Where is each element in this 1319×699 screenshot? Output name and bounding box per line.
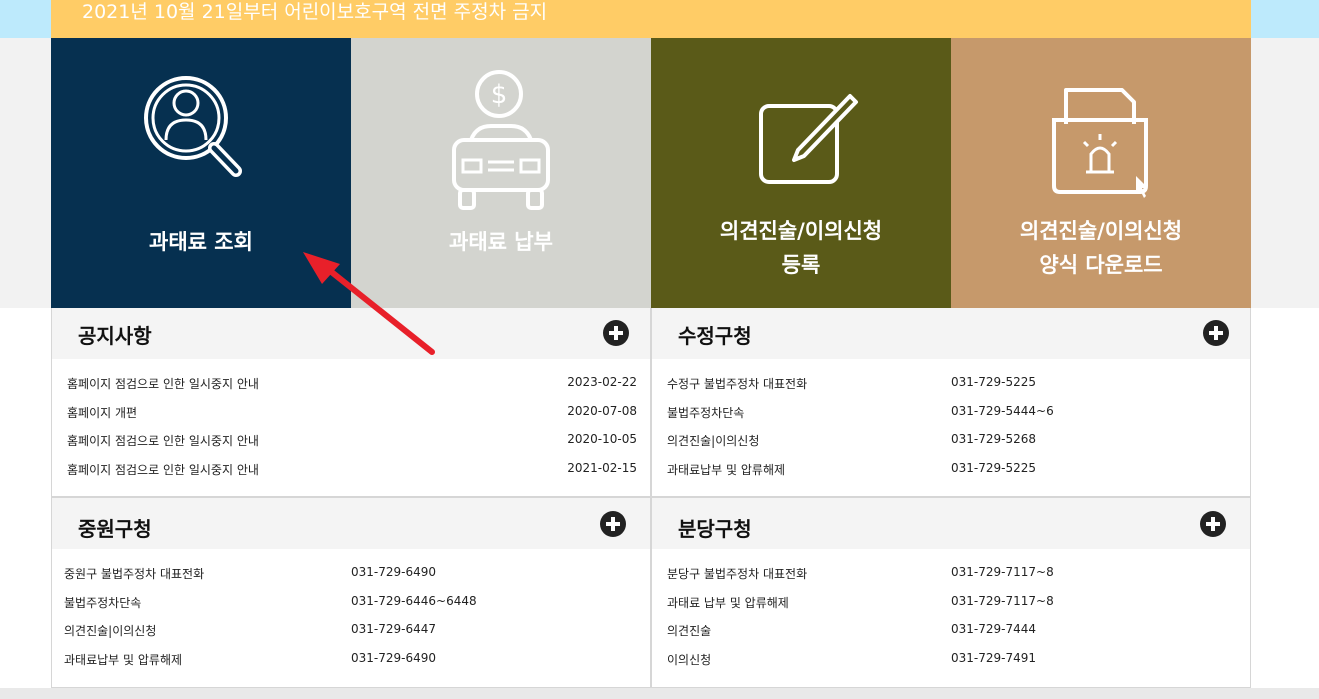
item-date: 2021-02-15 [567,461,637,476]
item-phone: 031-729-6446~6448 [351,593,477,608]
list-item: 불법주정차단속 031-729-6446~6448 [52,590,650,619]
item-text: 홈페이지 점검으로 인한 일시중지 안내 [67,434,259,449]
bottom-band [0,688,1319,699]
item-date: 2023-02-22 [567,375,637,389]
list-item: 의견진술|이의신청 031-729-5268 [652,428,1250,457]
tile-fine-payment[interactable]: $ 과태료 납부 [351,38,651,308]
item-phone: 031-729-5225 [951,461,1037,476]
item-text: 불법주정차단속 [667,405,745,420]
edit-pencil-icon [759,94,858,184]
notice-list: 홈페이지 점검으로 인한 일시중지 안내 2023-02-22 홈페이지 개편 20… [52,371,650,486]
item-text: 분당구 불법주정차 대표전화 [667,567,808,581]
list-item: 이의신청 031-729-7491 [652,647,1250,676]
item-phone: 031-729-5225 [951,375,1037,389]
tile-label: 과태료 조회 [149,230,253,254]
page-root: 2021년 10월 21일부터 어린이보호구역 전면 주정차 금지 과태료 조회… [0,0,1319,699]
contact-list: 분당구 불법주정차 대표전화 031-729-7117~8 과태료 납부 및 압류… [652,561,1250,676]
panel-jungwon-office: 중원구청 중원구 불법주정차 대표전화 031-729-6490 불법주정차단속 0… [51,498,651,688]
panel-bundang-office: 분당구청 분당구 불법주정차 대표전화 031-729-7117~8 과태료 납부… [651,498,1251,688]
tile-label-line2: 등록 [781,253,821,277]
item-text: 불법주정차단속 [64,595,142,610]
panel-title: 중원구청 [78,517,152,541]
list-item: 중원구 불법주정차 대표전화 031-729-6490 [52,561,650,590]
panel-header: 수정구청 [652,308,1250,359]
item-phone: 031-729-6490 [351,565,437,579]
list-item: 과태료 납부 및 압류해제 031-729-7117~8 [652,590,1250,619]
panel-header: 중원구청 [52,498,650,549]
item-text: 이의신청 [667,653,712,668]
list-item: 과태료납부 및 압류해제 031-729-5225 [652,457,1250,486]
panel-title: 수정구청 [678,324,752,348]
tile-label-line1: 의견진술/이의신청 [1019,219,1183,243]
list-item: 의견진술 031-729-7444 [652,618,1250,647]
item-text: 과태료 납부 및 압류해제 [667,595,789,610]
panel-title: 공지사항 [78,324,152,348]
item-phone: 031-729-6490 [351,651,437,666]
list-item: 분당구 불법주정차 대표전화 031-729-7117~8 [652,561,1250,590]
more-plus-icon[interactable] [1200,511,1226,537]
item-text: 홈페이지 개편 [67,405,138,420]
item-date: 2020-10-05 [567,432,637,447]
tile-label-line1: 의견진술/이의신청 [719,219,883,243]
contact-list: 중원구 불법주정차 대표전화 031-729-6490 불법주정차단속 031-72… [52,561,650,676]
item-text: 의견진술 [667,624,712,639]
list-item: 의견진술|이의신청 031-729-6447 [52,618,650,647]
item-text: 홈페이지 점검으로 인한 일시중지 안내 [67,463,259,478]
folder-siren-download-icon [1052,88,1148,198]
item-text: 과태료납부 및 압류해제 [667,463,786,478]
item-text: 중원구 불법주정차 대표전화 [64,567,205,581]
item-date: 2020-07-08 [567,403,637,418]
notice-banner: 2021년 10월 21일부터 어린이보호구역 전면 주정차 금지 [51,0,1251,38]
item-phone: 031-729-7117~8 [951,593,1054,608]
car-dollar-icon: $ [452,70,550,210]
tile-objection-register[interactable]: 의견진술/이의신청 등록 [651,38,951,308]
tile-fine-inquiry[interactable]: 과태료 조회 [51,38,351,308]
item-phone: 031-729-7491 [951,651,1037,666]
item-text: 의견진술|이의신청 [64,624,157,639]
list-item: 수정구 불법주정차 대표전화 031-729-5225 [652,371,1250,400]
list-item[interactable]: 홈페이지 점검으로 인한 일시중지 안내 2023-02-22 [52,371,650,400]
tile-label-line2: 양식 다운로드 [1039,253,1163,277]
item-phone: 031-729-7444 [951,622,1037,637]
list-item[interactable]: 홈페이지 개편 2020-07-08 [52,400,650,429]
contact-list: 수정구 불법주정차 대표전화 031-729-5225 불법주정차단속 031-72… [652,371,1250,486]
list-item: 불법주정차단속 031-729-5444~6 [652,400,1250,429]
item-phone: 031-729-5268 [951,432,1037,447]
panel-header: 공지사항 [52,308,650,359]
more-plus-icon[interactable] [1203,320,1229,346]
more-plus-icon[interactable] [603,320,629,346]
panel-sujeong-office: 수정구청 수정구 불법주정차 대표전화 031-729-5225 불법주정차단속 0… [651,308,1251,498]
list-item[interactable]: 홈페이지 점검으로 인한 일시중지 안내 2020-10-05 [52,428,650,457]
tile-objection-form-download[interactable]: 의견진술/이의신청 양식 다운로드 [951,38,1251,308]
list-item: 과태료납부 및 압류해제 031-729-6490 [52,647,650,676]
list-item[interactable]: 홈페이지 점검으로 인한 일시중지 안내 2021-02-15 [52,457,650,486]
item-text: 의견진술|이의신청 [667,434,760,449]
item-phone: 031-729-7117~8 [951,565,1054,579]
item-text: 수정구 불법주정차 대표전화 [667,377,808,391]
tile-label: 과태료 납부 [449,230,553,254]
item-phone: 031-729-5444~6 [951,403,1054,418]
svg-text:$: $ [491,80,508,110]
panel-title: 분당구청 [678,517,752,541]
panel-header: 분당구청 [652,498,1250,549]
panel-notices: 공지사항 홈페이지 점검으로 인한 일시중지 안내 2023-02-22 홈페이지… [51,308,651,498]
magnifier-person-icon [144,76,242,177]
item-text: 홈페이지 점검으로 인한 일시중지 안내 [67,377,259,391]
item-text: 과태료납부 및 압류해제 [64,653,183,668]
more-plus-icon[interactable] [600,511,626,537]
item-phone: 031-729-6447 [351,622,437,637]
